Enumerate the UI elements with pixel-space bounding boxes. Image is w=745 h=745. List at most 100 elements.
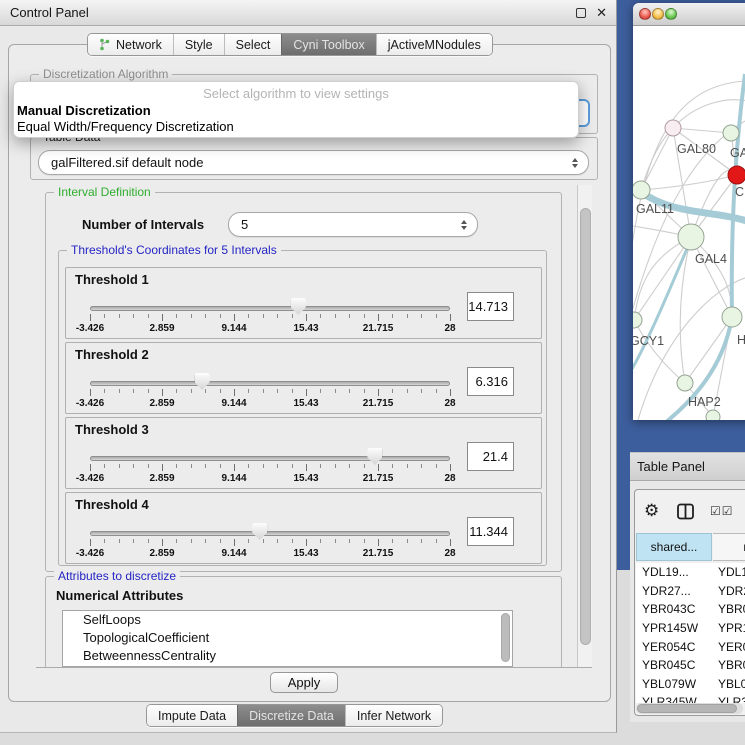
tick-mark	[234, 539, 235, 546]
tick-mark	[148, 539, 149, 543]
columns-icon[interactable]	[676, 502, 695, 521]
vertical-scrollbar[interactable]	[577, 185, 592, 667]
number-of-intervals-combobox[interactable]: 5	[228, 212, 478, 237]
tab-style[interactable]: Style	[173, 34, 224, 55]
apply-button[interactable]: Apply	[270, 672, 338, 693]
checkbox-icons[interactable]: ☑☑	[710, 504, 734, 518]
tab-network[interactable]: Network	[88, 34, 173, 55]
tab-cyni-toolbox[interactable]: Cyni Toolbox	[281, 34, 375, 55]
tick-label: 15.43	[293, 398, 318, 409]
tick-mark	[176, 464, 177, 468]
tab-infer-network[interactable]: Infer Network	[345, 705, 442, 726]
gear-icon[interactable]: ⚙	[644, 501, 659, 521]
slider-track[interactable]	[90, 531, 450, 536]
table-row[interactable]: YDR27...YDR27...	[636, 582, 745, 601]
tick-mark	[205, 389, 206, 393]
table-row[interactable]: YER054CYER054C	[636, 637, 745, 656]
network-node-label: GAL80	[677, 142, 716, 156]
network-node-red[interactable]	[728, 166, 745, 184]
algorithm-option-equal-width-frequency[interactable]: Equal Width/Frequency Discretization	[17, 119, 234, 134]
tick-mark	[436, 539, 437, 543]
tick-label: 9.144	[221, 548, 246, 559]
tick-mark	[133, 389, 134, 393]
attribute-item[interactable]: BetweennessCentrality	[63, 647, 512, 665]
tick-mark	[191, 539, 192, 543]
table-row[interactable]: YLR345WYLR345W	[636, 693, 745, 703]
slider-thumb[interactable]	[291, 298, 306, 315]
table-panel-titlebar: Table Panel	[630, 452, 745, 481]
horizontal-scrollbar[interactable]	[636, 703, 743, 714]
threshold-value-field[interactable]: 14.713	[467, 292, 514, 321]
slider-track[interactable]	[90, 306, 450, 311]
zoom-traffic-light-icon[interactable]	[665, 8, 677, 20]
table-panel-title: Table Panel	[637, 453, 705, 481]
minimize-traffic-light-icon[interactable]	[652, 8, 664, 20]
tick-mark	[349, 539, 350, 543]
table-row[interactable]: YBR043CYBR043C	[636, 600, 745, 619]
horizontal-scrollbar-thumb[interactable]	[637, 704, 737, 713]
tab-select[interactable]: Select	[224, 34, 282, 55]
slider-thumb[interactable]	[195, 373, 210, 390]
tick-mark	[220, 464, 221, 468]
tab-jactivemnodules[interactable]: jActiveMNodules	[376, 34, 492, 55]
tick-mark	[205, 464, 206, 468]
control-panel-title: Control Panel	[10, 0, 89, 25]
tick-label: 21.715	[363, 473, 394, 484]
attribute-item[interactable]: SelfLoops	[63, 611, 512, 629]
table-data-combobox[interactable]: galFiltered.sif default node	[38, 150, 589, 175]
vertical-scrollbar-thumb[interactable]	[580, 208, 591, 645]
close-traffic-light-icon[interactable]	[639, 8, 651, 20]
network-node-green[interactable]	[633, 312, 642, 328]
network-node-green[interactable]	[677, 375, 693, 391]
tick-label: 28	[444, 473, 455, 484]
tick-mark	[248, 314, 249, 318]
slider-track[interactable]	[90, 456, 450, 461]
tick-label: 21.715	[363, 398, 394, 409]
tick-mark	[306, 389, 307, 396]
network-node-pink[interactable]	[665, 120, 681, 136]
table-row[interactable]: YDL19...YDL19...	[636, 563, 745, 582]
network-node-green[interactable]	[722, 307, 742, 327]
tick-label: 28	[444, 548, 455, 559]
column-header-name[interactable]: na	[713, 533, 745, 561]
column-header-shared-name[interactable]: shared...	[636, 533, 712, 561]
network-node-label: H	[737, 333, 745, 347]
cyni-bottom-tabs: Impute DataDiscretize DataInfer Network	[146, 704, 443, 727]
float-window-icon[interactable]	[576, 8, 586, 18]
network-node-green[interactable]	[678, 224, 704, 250]
cell-shared-name: YBR043C	[636, 602, 714, 616]
tab-impute-data[interactable]: Impute Data	[147, 705, 237, 726]
threshold-value-field[interactable]: 21.4	[467, 442, 514, 471]
tick-mark	[364, 389, 365, 393]
tick-mark	[320, 539, 321, 543]
slider-track[interactable]	[90, 381, 450, 386]
close-icon[interactable]: ✕	[596, 0, 607, 25]
table-row[interactable]: YBR045CYBR045C	[636, 656, 745, 675]
list-scrollbar[interactable]	[501, 613, 510, 662]
network-node-green[interactable]	[633, 181, 650, 199]
discretization-algorithm-title: Discretization Algorithm	[39, 67, 172, 81]
attribute-item[interactable]: TopologicalCoefficient	[63, 629, 512, 647]
threshold-value-field[interactable]: 6.316	[467, 367, 514, 396]
tab-discretize-data[interactable]: Discretize Data	[237, 705, 345, 726]
tick-mark	[162, 464, 163, 471]
table-row[interactable]: YBL079WYBL079W	[636, 675, 745, 694]
network-node-green[interactable]	[706, 410, 720, 420]
numerical-attributes-list[interactable]: SelfLoopsTopologicalCoefficientBetweenne…	[62, 610, 513, 667]
tick-label: 21.715	[363, 323, 394, 334]
tick-mark	[392, 464, 393, 468]
algorithm-option-manual-discretization[interactable]: Manual Discretization	[17, 103, 151, 118]
algorithm-placeholder-option[interactable]: Select algorithm to view settings	[14, 86, 578, 101]
threshold-value-field[interactable]: 11.344	[467, 517, 514, 546]
tick-mark	[263, 539, 264, 543]
slider-thumb[interactable]	[252, 523, 267, 540]
interval-definition-title: Interval Definition	[54, 185, 155, 199]
network-node-green[interactable]	[723, 125, 739, 141]
table-row[interactable]: YPR145WYPR145W	[636, 619, 745, 638]
network-canvas[interactable]: GAL80GACGAL11GAL4GCY1HHAP2	[633, 26, 745, 420]
tick-mark	[277, 389, 278, 393]
slider-thumb[interactable]	[367, 448, 382, 465]
tick-mark	[191, 389, 192, 393]
tick-mark	[119, 464, 120, 468]
cell-shared-name: YPR145W	[636, 621, 714, 635]
